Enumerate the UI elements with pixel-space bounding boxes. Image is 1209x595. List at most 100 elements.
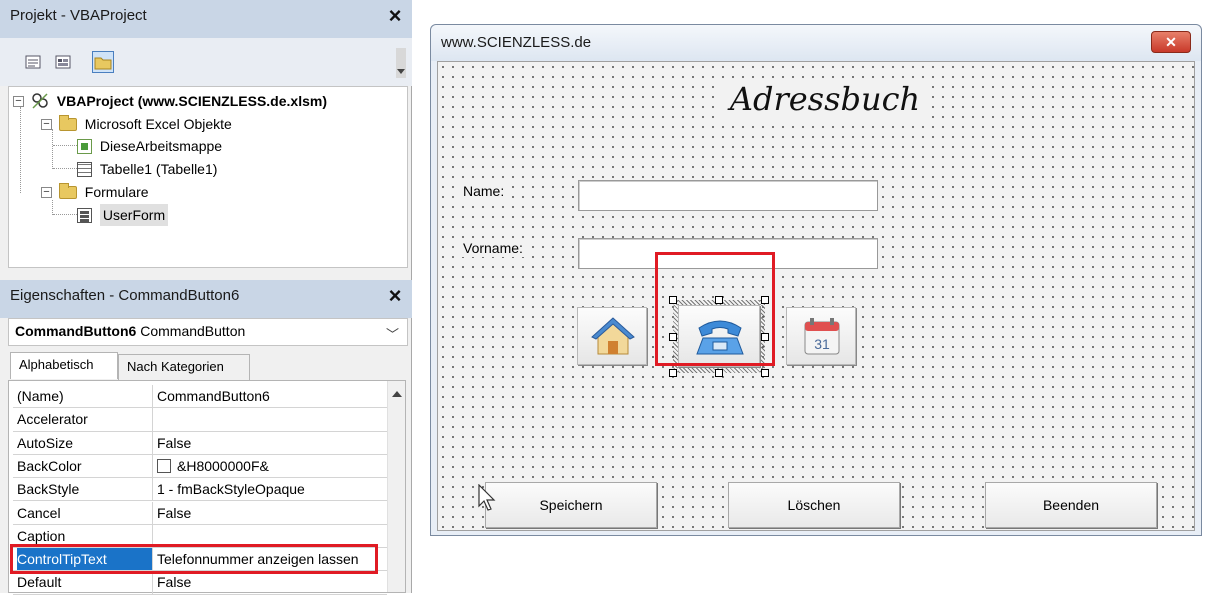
property-name: BackStyle — [17, 478, 153, 501]
home-button[interactable] — [577, 307, 647, 365]
form-heading: Adressbuch — [720, 80, 930, 124]
telephone-button[interactable] — [678, 305, 760, 367]
property-value[interactable]: False — [157, 432, 383, 454]
property-value[interactable]: False — [157, 571, 383, 593]
close-icon[interactable]: × — [384, 4, 406, 28]
telephone-icon — [696, 320, 744, 355]
folder-icon — [58, 182, 77, 199]
tree-connector — [53, 214, 77, 215]
toggle-folders-icon — [94, 57, 112, 70]
tree-node-sheet[interactable]: Tabelle1 (Tabelle1) — [77, 157, 217, 179]
userform-window: www.SCIENZLESS.de ✕ Adressbuch Name: Vor… — [430, 24, 1202, 536]
tree-connector — [20, 107, 21, 193]
resize-handle[interactable] — [669, 333, 677, 341]
property-name: (Name) — [17, 385, 153, 408]
resize-handle[interactable] — [669, 296, 677, 304]
delete-button[interactable]: Löschen — [728, 482, 900, 528]
property-value[interactable] — [157, 408, 383, 430]
property-value[interactable]: 1 - fmBackStyleOpaque — [157, 478, 383, 500]
property-row[interactable]: Default False — [13, 571, 387, 595]
project-tree: − VBAProject (www.SCIENZLESS.de.xlsm) − … — [8, 86, 408, 268]
tree-connector — [53, 168, 77, 169]
tree-label: DieseArbeitsmappe — [99, 138, 223, 155]
name-field[interactable] — [578, 180, 878, 211]
resize-handle[interactable] — [715, 369, 723, 377]
tree-connector — [53, 145, 77, 146]
vba-project-icon — [32, 93, 48, 109]
calendar-button[interactable]: 31 — [786, 307, 856, 365]
userform-title: www.SCIENZLESS.de — [441, 34, 592, 51]
property-value[interactable]: CommandButton6 — [157, 385, 383, 407]
resize-handle[interactable] — [761, 369, 769, 377]
tree-label: Formulare — [84, 184, 149, 201]
vba-editor-sidebar: Projekt - VBAProject × − VBAProject (www… — [0, 0, 412, 595]
property-name: Caption — [17, 524, 153, 548]
property-grid: (Name) CommandButton6 Accelerator AutoSi… — [8, 380, 406, 595]
save-button[interactable]: Speichern — [485, 482, 657, 528]
close-icon[interactable]: ✕ — [1151, 31, 1191, 53]
calendar-icon: 31 — [804, 318, 840, 355]
property-row-selected[interactable]: ControlTipText Telefonnummer anzeigen la… — [13, 548, 387, 572]
property-value[interactable] — [157, 525, 383, 547]
property-row[interactable]: Caption — [13, 524, 387, 549]
resize-handle[interactable] — [761, 296, 769, 304]
view-code-icon — [25, 55, 41, 69]
object-select[interactable]: CommandButton6 CommandButton ﹀ — [8, 318, 408, 346]
worksheet-icon — [77, 161, 92, 177]
vorname-field[interactable] — [578, 238, 878, 269]
tree-node-excel-objects[interactable]: − Microsoft Excel Objekte — [41, 112, 232, 134]
collapse-icon[interactable]: − — [41, 118, 52, 130]
view-object-icon — [55, 55, 71, 69]
tree-connector — [52, 129, 53, 169]
object-type: CommandButton — [140, 323, 246, 339]
property-name: Default — [17, 571, 153, 594]
toolbar-overflow-scroll[interactable] — [396, 48, 406, 78]
property-row[interactable]: (Name) CommandButton6 — [13, 385, 387, 409]
property-row[interactable]: BackColor &H8000000F& — [13, 454, 387, 479]
backcolor-value: &H8000000F& — [177, 457, 269, 474]
tab-alphabetisch[interactable]: Alphabetisch — [10, 352, 118, 379]
property-name: Cancel — [17, 501, 153, 524]
view-object-button[interactable] — [52, 51, 74, 73]
property-name: ControlTipText — [17, 548, 153, 571]
resize-handle[interactable] — [761, 333, 769, 341]
tree-node-workbook[interactable]: DieseArbeitsmappe — [77, 134, 222, 156]
collapse-icon[interactable]: − — [13, 95, 24, 107]
color-swatch — [157, 458, 171, 473]
property-value[interactable]: False — [157, 502, 383, 524]
property-name: Accelerator — [17, 408, 153, 431]
property-name: AutoSize — [17, 431, 153, 454]
property-row[interactable]: BackStyle 1 - fmBackStyleOpaque — [13, 478, 387, 502]
userform-icon — [77, 207, 92, 223]
view-code-button[interactable] — [22, 51, 44, 73]
tab-nach-kategorien[interactable]: Nach Kategorien — [118, 354, 250, 380]
property-row[interactable]: Cancel False — [13, 501, 387, 525]
tree-node-userform[interactable]: UserForm — [77, 203, 169, 227]
tree-label: Microsoft Excel Objekte — [84, 116, 232, 133]
property-row[interactable]: AutoSize False — [13, 431, 387, 455]
userform-canvas[interactable]: Adressbuch Name: Vorname: 31 Speichern L… — [437, 61, 1195, 531]
tree-node-project[interactable]: − VBAProject (www.SCIENZLESS.de.xlsm) — [13, 89, 327, 111]
property-row[interactable]: Accelerator — [13, 408, 387, 432]
property-grid-scrollbar[interactable] — [387, 381, 405, 592]
property-name: BackColor — [17, 454, 153, 478]
tab-label: Alphabetisch — [19, 357, 94, 372]
project-explorer-titlebar: Projekt - VBAProject × — [0, 0, 412, 38]
properties-title: Eigenschaften - CommandButton6 — [10, 287, 240, 304]
properties-titlebar: Eigenschaften - CommandButton6 × — [0, 280, 412, 318]
toggle-folders-button[interactable] — [92, 51, 114, 73]
tree-label: VBAProject (www.SCIENZLESS.de.xlsm) — [56, 93, 327, 110]
tree-connector — [52, 200, 53, 215]
close-icon[interactable]: × — [384, 284, 406, 308]
home-icon — [591, 317, 635, 355]
project-explorer-title: Projekt - VBAProject — [10, 7, 147, 24]
resize-handle[interactable] — [715, 296, 723, 304]
resize-handle[interactable] — [669, 369, 677, 377]
property-value[interactable]: Telefonnummer anzeigen lassen — [157, 548, 383, 570]
exit-button[interactable]: Beenden — [985, 482, 1157, 528]
chevron-down-icon: ﹀ — [385, 327, 399, 342]
tree-node-forms[interactable]: − Formulare — [41, 180, 149, 202]
collapse-icon[interactable]: − — [41, 186, 52, 198]
name-label: Name: — [460, 182, 508, 200]
property-value[interactable]: &H8000000F& — [157, 455, 383, 477]
